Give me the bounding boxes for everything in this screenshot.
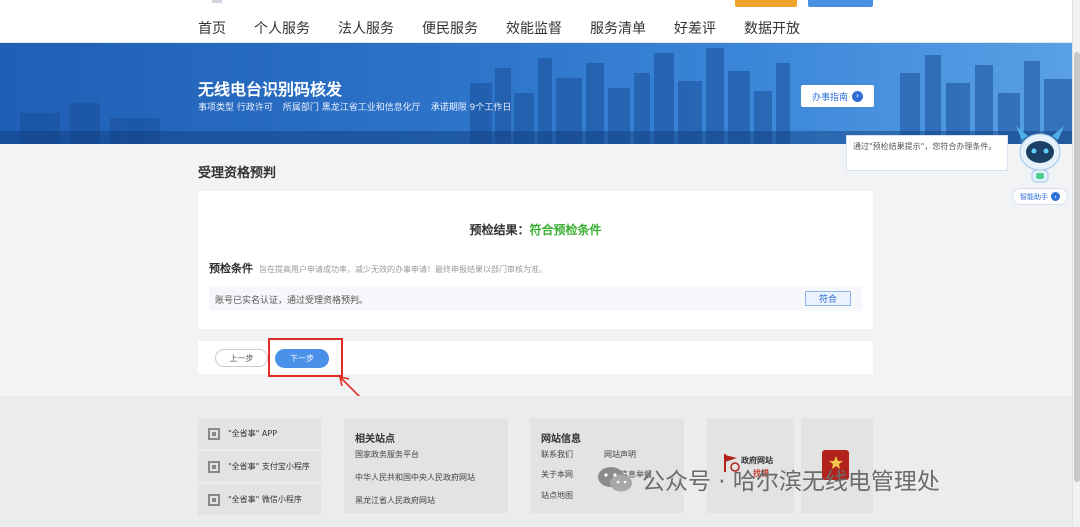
nav-item-supervision[interactable]: 效能监督 <box>506 18 562 38</box>
page-scrollbar[interactable] <box>1072 0 1080 527</box>
robot-assistant-icon[interactable] <box>1010 120 1070 190</box>
condition-label: 预检条件 <box>209 262 253 275</box>
app-tile-app[interactable]: "全省事" APP <box>198 418 321 449</box>
condition-description: 旨在提高用户申请成功率，减少无效的办事申请！最终申报结果以部门审核为准。 <box>259 265 547 274</box>
main-nav: 首页 个人服务 法人服务 便民服务 效能监督 服务清单 好差评 数据开放 <box>198 18 800 38</box>
condition-row: 账号已实名认证，通过受理资格预判。 符合 <box>209 286 862 311</box>
condition-header: 预检条件 旨在提高用户申请成功率，减少无效的办事申请！最终申报结果以部门审核为准… <box>209 260 547 276</box>
watermark-text: 公众号 · 哈尔滨无线电管理处 <box>642 469 940 495</box>
qr-code-icon <box>208 493 220 506</box>
precheck-card: 预检结果：符合预检条件 预检条件 旨在提高用户申请成功率，减少无效的办事申请！最… <box>198 191 873 329</box>
precheck-result-value: 符合预检条件 <box>529 223 602 237</box>
assistant-button-label: 智能助手 <box>1020 192 1048 201</box>
nav-item-legal[interactable]: 法人服务 <box>338 18 394 38</box>
app-tile-label: "全省事" 微信小程序 <box>228 495 302 504</box>
section-title: 受理资格预判 <box>198 166 277 181</box>
condition-status-badge: 符合 <box>805 291 851 306</box>
site-info-link[interactable]: 站点地图 <box>541 490 573 501</box>
app-tile-wechat[interactable]: "全省事" 微信小程序 <box>198 484 321 515</box>
related-link[interactable]: 黑龙江省人民政府网站 <box>355 495 435 506</box>
site-info-link[interactable]: 关于本网 <box>541 469 573 480</box>
qr-code-icon <box>208 460 220 473</box>
qr-code-icon <box>208 427 220 440</box>
nav-item-home[interactable]: 首页 <box>198 18 226 38</box>
service-deadline: 承诺期限 9个工作日 <box>430 103 512 113</box>
wechat-icon <box>598 467 632 492</box>
related-sites-title: 相关站点 <box>355 434 395 445</box>
related-sites-panel: 相关站点 国家政务服务平台 中华人民共和国中央人民政府网站 黑龙江省人民政府网站 <box>344 418 508 513</box>
assistant-button[interactable]: 智能助手 › <box>1012 188 1068 205</box>
highlight-box <box>268 338 343 377</box>
service-banner: 无线电台识别码核发 事项类型 行政许可 所属部门 黑龙江省工业和信息化厅 承诺期… <box>0 43 1072 144</box>
top-nav-bar: 首页 个人服务 法人服务 便民服务 效能监督 服务清单 好差评 数据开放 <box>0 0 1072 43</box>
chevron-right-icon: › <box>852 90 863 102</box>
site-info-title: 网站信息 <box>541 434 581 445</box>
guide-button-label: 办事指南 <box>811 92 848 103</box>
service-dept: 所属部门 黑龙江省工业和信息化厅 <box>282 103 421 113</box>
nav-item-service-list[interactable]: 服务清单 <box>590 18 646 38</box>
login-button-fragment[interactable] <box>735 0 797 7</box>
condition-row-text: 账号已实名认证，通过受理资格预判。 <box>215 296 369 306</box>
city-skyline-image <box>0 48 1072 144</box>
assistant-bubble: 通过"预检结果提示"，您符合办理条件。 <box>846 135 1008 171</box>
nav-item-open-data[interactable]: 数据开放 <box>744 18 800 38</box>
site-info-link[interactable]: 联系我们 <box>541 449 573 460</box>
related-link[interactable]: 中华人民共和国中央人民政府网站 <box>355 472 475 483</box>
nav-item-personal[interactable]: 个人服务 <box>254 18 310 38</box>
prev-step-button[interactable]: 上一步 <box>215 349 268 367</box>
app-tile-alipay[interactable]: "全省事" 支付宝小程序 <box>198 451 321 482</box>
precheck-result: 预检结果：符合预检条件 <box>198 221 873 238</box>
chevron-right-icon: › <box>1051 192 1060 201</box>
nav-item-rating[interactable]: 好差评 <box>674 18 716 38</box>
service-meta: 事项类型 行政许可 所属部门 黑龙江省工业和信息化厅 承诺期限 9个工作日 <box>198 100 511 113</box>
app-tile-label: "全省事" 支付宝小程序 <box>228 462 310 471</box>
nav-item-convenience[interactable]: 便民服务 <box>422 18 478 38</box>
related-link[interactable]: 国家政务服务平台 <box>355 449 419 460</box>
scrollbar-thumb[interactable] <box>1074 52 1080 482</box>
site-info-link[interactable]: 网站声明 <box>604 449 636 460</box>
service-title: 无线电台识别码核发 <box>198 80 343 99</box>
app-tile-label: "全省事" APP <box>228 429 278 438</box>
logo-fragment <box>212 0 222 3</box>
precheck-result-label: 预检结果： <box>469 223 530 237</box>
register-button-fragment[interactable] <box>808 0 873 7</box>
guide-button[interactable]: 办事指南 › <box>801 85 874 107</box>
watermark: 公众号 · 哈尔滨无线电管理处 <box>596 462 940 496</box>
service-type: 事项类型 行政许可 <box>198 103 273 113</box>
